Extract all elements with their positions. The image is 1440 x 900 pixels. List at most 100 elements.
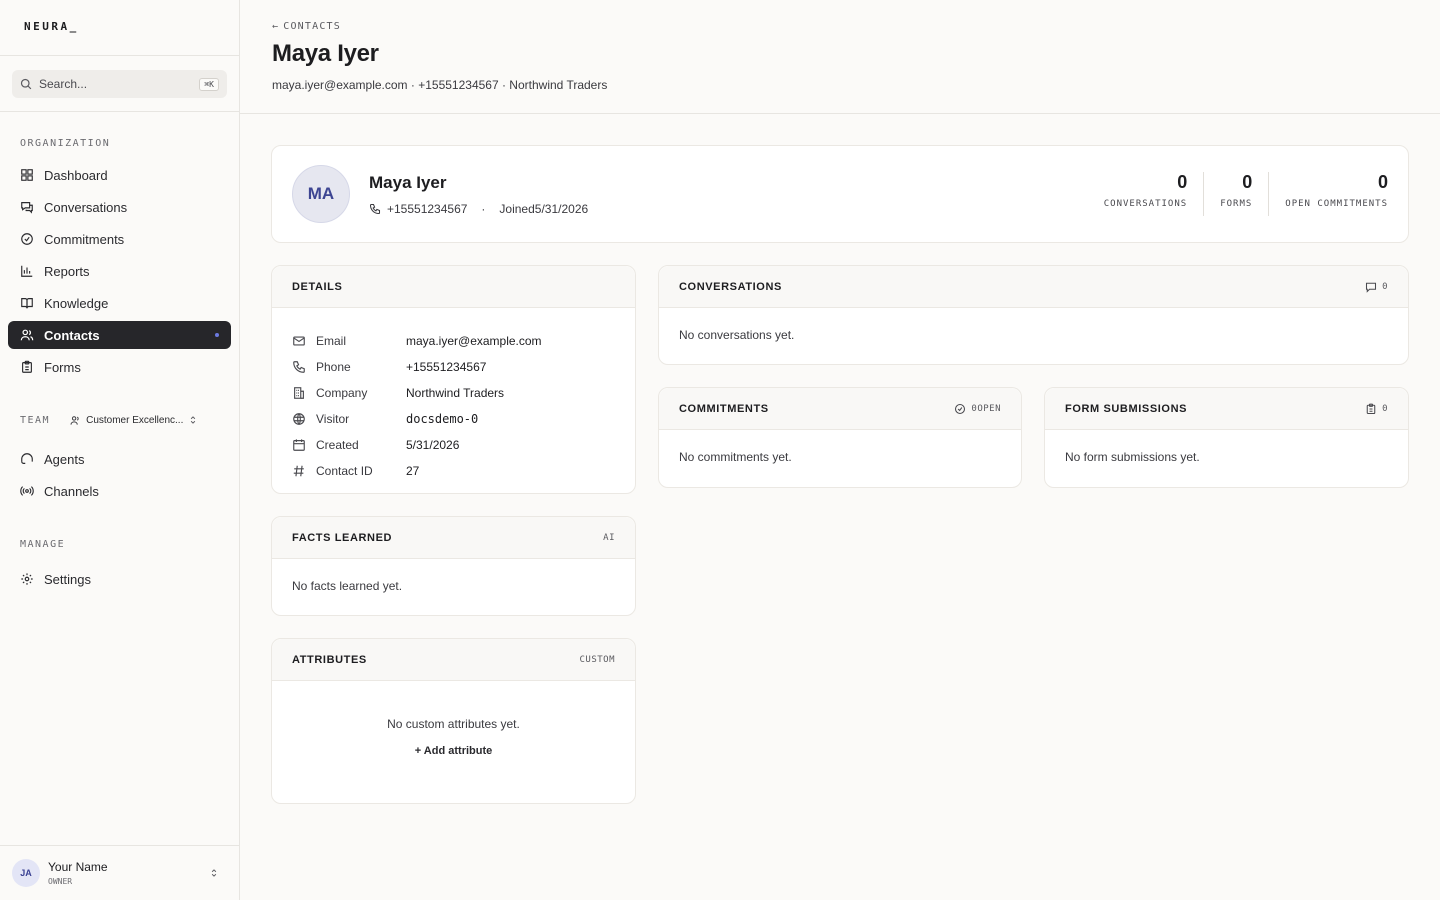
page-title: Maya Iyer: [272, 40, 379, 67]
detail-label: Company: [316, 386, 368, 400]
stat-label: FORMS: [1220, 199, 1253, 209]
sidebar-item-contacts[interactable]: Contacts: [8, 321, 231, 349]
form-submissions-count: 0: [1365, 403, 1388, 415]
sidebar-item-agents[interactable]: Agents: [8, 445, 231, 473]
stat-value: 0: [1177, 172, 1188, 192]
brand-logo[interactable]: NEURA_: [0, 0, 239, 56]
detail-label: Created: [316, 438, 359, 452]
calendar-icon: [293, 439, 305, 451]
chat-icon: [1366, 282, 1377, 293]
phone-icon: [293, 361, 305, 373]
team-user-icon: [70, 415, 79, 425]
sidebar-item-knowledge[interactable]: Knowledge: [8, 289, 231, 317]
team-name: Customer Excellenc...: [86, 414, 184, 426]
sidebar-item-reports[interactable]: Reports: [8, 257, 231, 285]
sidebar-item-dashboard[interactable]: Dashboard: [8, 161, 231, 189]
empty-state: No conversations yet.: [679, 328, 795, 342]
page-header: ← CONTACTS Maya Iyer maya.iyer@example.c…: [240, 0, 1440, 114]
empty-state: No custom attributes yet.: [387, 717, 520, 731]
card-title: CONVERSATIONS: [679, 280, 782, 293]
nav-team: Agents Channels: [0, 445, 239, 505]
main-content: ← CONTACTS Maya Iyer maya.iyer@example.c…: [240, 0, 1440, 900]
arrow-left-icon: ←: [272, 21, 280, 32]
user-menu[interactable]: JA Your Name OWNER: [0, 845, 239, 900]
section-label-organization: ORGANIZATION: [20, 138, 111, 149]
nav-organization: Dashboard Conversations Commitments Repo…: [0, 161, 239, 381]
detail-value: 27: [406, 464, 420, 478]
section-label-manage: MANAGE: [20, 539, 66, 550]
sidebar-item-label: Knowledge: [44, 295, 109, 311]
card-title: ATTRIBUTES: [292, 653, 367, 666]
empty-state: No commitments yet.: [679, 450, 792, 464]
users-icon: [20, 329, 34, 341]
building-icon: [294, 387, 304, 399]
stat-open-commitments: 0 OPEN COMMITMENTS: [1268, 172, 1388, 216]
stat-forms: 0 FORMS: [1203, 172, 1268, 216]
active-indicator-dot: [215, 333, 219, 337]
detail-value[interactable]: +15551234567: [406, 360, 486, 374]
contact-avatar: MA: [292, 165, 350, 223]
clipboard-icon: [1366, 403, 1376, 414]
detail-row-visitor: Visitor docsdemo-0: [292, 406, 615, 432]
detail-row-phone: Phone +15551234567: [292, 354, 615, 380]
bar-chart-icon: [21, 265, 33, 277]
section-label-team: TEAM: [20, 414, 51, 426]
chevron-updown-icon: [211, 869, 217, 877]
open-commitments-count: 0OPEN: [954, 403, 1001, 415]
chevron-updown-icon: [191, 416, 196, 424]
detail-row-company: Company Northwind Traders: [292, 380, 615, 406]
robot-icon: [21, 453, 33, 464]
detail-label: Email: [316, 334, 347, 348]
detail-value: docsdemo-0: [406, 412, 479, 426]
contact-phone: +15551234567: [387, 201, 468, 216]
count-value: 0: [1382, 281, 1388, 292]
back-to-contacts-link[interactable]: ← CONTACTS: [272, 21, 1408, 32]
user-name: Your Name: [48, 860, 108, 874]
sidebar-item-commitments[interactable]: Commitments: [8, 225, 231, 253]
stat-value: 0: [1242, 172, 1253, 192]
detail-row-email: Email maya.iyer@example.com: [292, 328, 615, 354]
sidebar-item-label: Commitments: [44, 231, 125, 247]
check-circle-icon: [955, 403, 966, 414]
count-value: 0: [1382, 403, 1388, 414]
sidebar-item-label: Agents: [44, 451, 85, 467]
search-shortcut: ⌘K: [199, 77, 219, 91]
detail-label: Visitor: [316, 412, 350, 426]
form-submissions-card: FORM SUBMISSIONS 0 No form submissions y…: [1044, 387, 1409, 488]
add-attribute-button[interactable]: + Add attribute: [415, 745, 493, 757]
contact-subline: maya.iyer@example.com · +15551234567 · N…: [272, 78, 608, 92]
contact-name: Maya Iyer: [369, 172, 447, 192]
custom-badge: CUSTOM: [579, 654, 615, 665]
stat-value: 0: [1377, 172, 1388, 192]
detail-value[interactable]: maya.iyer@example.com: [406, 334, 542, 348]
count-value: 0OPEN: [971, 403, 1001, 414]
card-title: DETAILS: [292, 280, 343, 293]
detail-row-contact-id: Contact ID 27: [292, 458, 615, 484]
sidebar-item-forms[interactable]: Forms: [8, 353, 231, 381]
details-card: DETAILS Email maya.iyer@example.com Phon…: [271, 265, 636, 494]
sidebar-item-label: Reports: [44, 263, 90, 279]
search-input[interactable]: Search... ⌘K: [12, 70, 227, 98]
sidebar-item-label: Contacts: [44, 327, 100, 343]
card-title: FACTS LEARNED: [292, 531, 393, 544]
team-row: TEAM Customer Excellenc...: [0, 410, 239, 430]
team-selector[interactable]: Customer Excellenc...: [70, 415, 198, 426]
stat-label: OPEN COMMITMENTS: [1285, 199, 1388, 209]
detail-value: Northwind Traders: [406, 386, 505, 400]
sidebar-item-label: Forms: [44, 359, 81, 375]
book-icon: [21, 298, 33, 309]
sidebar-item-label: Dashboard: [44, 167, 108, 183]
gear-icon: [21, 573, 33, 585]
sidebar-item-conversations[interactable]: Conversations: [8, 193, 231, 221]
ai-badge: AI: [603, 532, 615, 543]
globe-icon: [293, 413, 305, 425]
empty-state: No form submissions yet.: [1065, 450, 1200, 464]
sidebar-item-channels[interactable]: Channels: [8, 477, 231, 505]
search-icon: [20, 78, 32, 90]
nav-manage: Settings: [0, 565, 239, 593]
avatar: JA: [12, 859, 40, 887]
sidebar-item-settings[interactable]: Settings: [8, 565, 231, 593]
stat-label: CONVERSATIONS: [1103, 199, 1188, 209]
mail-icon: [293, 336, 305, 346]
stat-conversations: 0 CONVERSATIONS: [1088, 172, 1203, 216]
